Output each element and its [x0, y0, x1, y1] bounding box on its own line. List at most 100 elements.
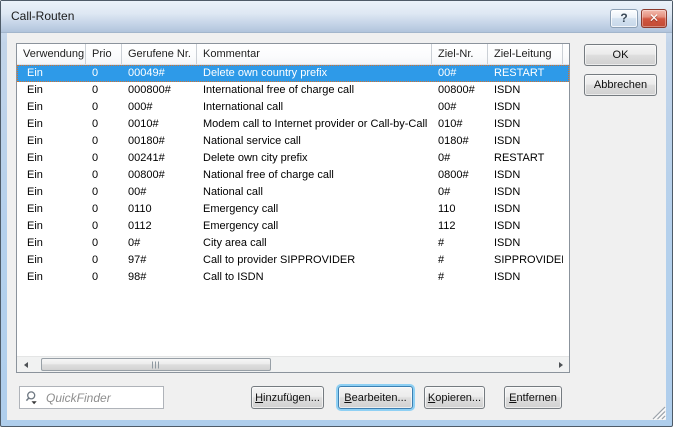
dialog-call-routen: Call-Routen ? ✕ Verwendung Prio Gerufene… [0, 0, 673, 427]
cell-prio: 0 [86, 167, 122, 184]
cell-verwendung: Ein [17, 167, 86, 184]
scroll-right-button[interactable] [552, 357, 569, 372]
table-row[interactable]: Ein 0 000# International call 00# ISDN [17, 99, 569, 116]
close-icon: ✕ [649, 11, 659, 25]
cell-ziel-leitung: ISDN [488, 235, 563, 252]
cell-gerufene-nr: 0110 [122, 201, 197, 218]
copy-button-label: Kopieren... [428, 392, 481, 404]
column-header-ziel-nr[interactable]: Ziel-Nr. [432, 44, 488, 64]
cell-prio: 0 [86, 235, 122, 252]
quickfinder-input[interactable] [44, 388, 160, 407]
column-header-verwendung[interactable]: Verwendung [17, 44, 86, 64]
cell-verwendung: Ein [17, 116, 86, 133]
column-header-ziel-leitung[interactable]: Ziel-Leitung [488, 44, 563, 64]
table-row[interactable]: Ein 0 0112 Emergency call 112 ISDN [17, 218, 569, 235]
cell-ziel-leitung: ISDN [488, 116, 563, 133]
scrollbar-gripper-icon [152, 361, 160, 368]
horizontal-scrollbar[interactable] [17, 356, 569, 372]
cell-prio: 0 [86, 184, 122, 201]
cell-gerufene-nr: 00049# [122, 65, 197, 82]
add-button[interactable]: Hinzufügen... [251, 386, 324, 409]
cell-ziel-leitung: ISDN [488, 167, 563, 184]
cell-ziel-nr: # [432, 235, 488, 252]
cell-kommentar: Modem call to Internet provider or Call-… [197, 116, 432, 133]
cell-ziel-leitung: RESTART [488, 65, 563, 82]
call-routes-table: Verwendung Prio Gerufene Nr. Kommentar Z… [16, 43, 570, 373]
edit-button-label: Bearbeiten... [344, 392, 406, 404]
cell-ziel-leitung: ISDN [488, 269, 563, 286]
route-rows: Ein 0 00049# Delete own country prefix 0… [17, 65, 569, 356]
cell-ziel-leitung: RESTART [488, 150, 563, 167]
ok-button[interactable]: OK [584, 44, 657, 66]
cell-prio: 0 [86, 252, 122, 269]
cell-verwendung: Ein [17, 201, 86, 218]
cell-prio: 0 [86, 65, 122, 82]
search-icon[interactable] [24, 390, 40, 406]
help-button[interactable]: ? [610, 9, 638, 28]
scroll-left-button[interactable] [17, 357, 34, 372]
table-row[interactable]: Ein 0 97# Call to provider SIPPROVIDER #… [17, 252, 569, 269]
column-header-gerufene-nr[interactable]: Gerufene Nr. [122, 44, 197, 64]
cell-ziel-leitung: ISDN [488, 99, 563, 116]
close-button[interactable]: ✕ [641, 9, 667, 28]
titlebar[interactable]: Call-Routen [1, 1, 672, 33]
ok-button-label: OK [613, 49, 629, 61]
table-row[interactable]: Ein 0 00049# Delete own country prefix 0… [17, 65, 569, 82]
cell-gerufene-nr: 00241# [122, 150, 197, 167]
dialog-body: Verwendung Prio Gerufene Nr. Kommentar Z… [7, 33, 666, 420]
cell-ziel-nr: # [432, 269, 488, 286]
cell-verwendung: Ein [17, 235, 86, 252]
edit-button[interactable]: Bearbeiten... [338, 386, 413, 409]
scrollbar-thumb[interactable] [41, 358, 271, 371]
cell-kommentar: National free of charge call [197, 167, 432, 184]
cell-ziel-nr: 010# [432, 116, 488, 133]
cell-verwendung: Ein [17, 82, 86, 99]
table-row[interactable]: Ein 0 000800# International free of char… [17, 82, 569, 99]
cell-kommentar: International free of charge call [197, 82, 432, 99]
scroll-left-icon [24, 362, 28, 368]
cell-ziel-nr: 0180# [432, 133, 488, 150]
cell-gerufene-nr: 00180# [122, 133, 197, 150]
cell-verwendung: Ein [17, 99, 86, 116]
column-header-kommentar[interactable]: Kommentar [197, 44, 432, 64]
column-header-prio[interactable]: Prio [86, 44, 122, 64]
search-dropdown-arrow-icon [32, 401, 37, 404]
scroll-right-icon [559, 362, 563, 368]
cell-kommentar: Call to provider SIPPROVIDER [197, 252, 432, 269]
remove-button[interactable]: Entfernen [504, 386, 562, 409]
cell-ziel-nr: 112 [432, 218, 488, 235]
cancel-button-label: Abbrechen [594, 79, 647, 91]
cancel-button[interactable]: Abbrechen [584, 74, 657, 96]
cell-gerufene-nr: 98# [122, 269, 197, 286]
cell-kommentar: Delete own country prefix [197, 65, 432, 82]
cell-gerufene-nr: 97# [122, 252, 197, 269]
table-row[interactable]: Ein 0 0110 Emergency call 110 ISDN [17, 201, 569, 218]
table-row[interactable]: Ein 0 00800# National free of charge cal… [17, 167, 569, 184]
cell-kommentar: Call to ISDN [197, 269, 432, 286]
cell-verwendung: Ein [17, 150, 86, 167]
add-button-label: Hinzufügen... [255, 392, 320, 404]
table-row[interactable]: Ein 0 00180# National service call 0180#… [17, 133, 569, 150]
cell-ziel-leitung: SIPPROVIDER [488, 252, 563, 269]
resize-grip[interactable] [651, 405, 666, 420]
cell-ziel-leitung: ISDN [488, 82, 563, 99]
table-row[interactable]: Ein 0 98# Call to ISDN # ISDN [17, 269, 569, 286]
help-icon: ? [620, 11, 627, 25]
cell-kommentar: National call [197, 184, 432, 201]
cell-kommentar: International call [197, 99, 432, 116]
table-row[interactable]: Ein 0 00241# Delete own city prefix 0# R… [17, 150, 569, 167]
cell-prio: 0 [86, 133, 122, 150]
cell-prio: 0 [86, 201, 122, 218]
cell-verwendung: Ein [17, 184, 86, 201]
table-row[interactable]: Ein 0 00# National call 0# ISDN [17, 184, 569, 201]
cell-kommentar: City area call [197, 235, 432, 252]
cell-kommentar: National service call [197, 133, 432, 150]
copy-button[interactable]: Kopieren... [424, 386, 485, 409]
cell-ziel-leitung: ISDN [488, 201, 563, 218]
table-row[interactable]: Ein 0 0010# Modem call to Internet provi… [17, 116, 569, 133]
cell-ziel-nr: # [432, 252, 488, 269]
cell-gerufene-nr: 000# [122, 99, 197, 116]
table-row[interactable]: Ein 0 0# City area call # ISDN [17, 235, 569, 252]
cell-verwendung: Ein [17, 252, 86, 269]
cell-verwendung: Ein [17, 218, 86, 235]
